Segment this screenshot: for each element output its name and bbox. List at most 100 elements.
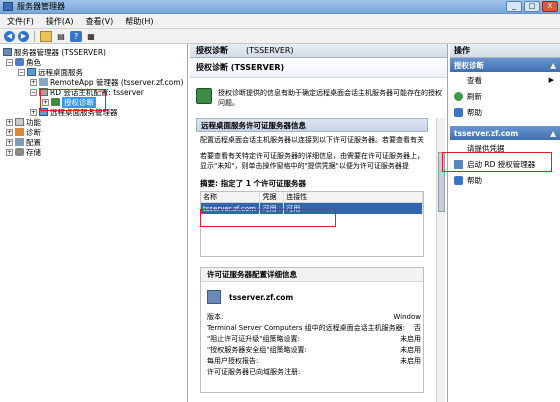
license-diagnosis-icon [51, 98, 60, 106]
menu-file[interactable]: 文件(F) [7, 16, 34, 27]
column-header-connectivity[interactable]: 连接性 [284, 192, 423, 202]
content-pane: 授权诊断 (TSSERVER) 授权诊断 (TSSERVER) 授权诊断提供的信… [190, 44, 448, 402]
help-icon [454, 107, 463, 117]
maximize-button[interactable]: □ [524, 1, 540, 12]
scroll-content: 远程桌面服务许可证服务器信息 配置远程桌面会话主机服务器以连接到以下许可证服务器… [196, 118, 428, 402]
tree-rd-config[interactable]: − RD 会话主机配置: tsserver [30, 87, 144, 97]
column-header-name[interactable]: 名称 [201, 192, 261, 202]
action-help[interactable]: 帮助 [450, 104, 560, 120]
action-provide-credentials[interactable]: 请提供凭据 [450, 140, 560, 156]
view-icon [454, 76, 463, 85]
expand-toggle-icon[interactable]: + [6, 118, 13, 126]
tree-configuration[interactable]: + 配置 [6, 137, 41, 147]
tree-storage[interactable]: + 存储 [6, 147, 41, 157]
navigation-tree: 服务器管理器 (TSSERVER) − 角色 − 远程桌面服务 + Remote… [0, 44, 188, 402]
detail-row: 版本: Window [207, 313, 421, 321]
action-start-license-manager[interactable]: 启动 RD 授权管理器 [450, 156, 560, 172]
intro-text: 授权诊断提供的信息有助于确定远程桌面会话主机服务器可能存在的授权问题。 [218, 89, 442, 107]
action-help-2[interactable]: 帮助 [450, 172, 560, 188]
detail-row: 每用户授权报告: 未启用 [207, 357, 421, 365]
menu-help[interactable]: 帮助(H) [125, 16, 153, 27]
features-icon [15, 118, 24, 126]
cell-credentials: 可用 [260, 203, 285, 214]
expand-toggle-icon[interactable]: + [6, 148, 13, 156]
window-title: 服务器管理器 [17, 2, 65, 11]
license-diagnosis-large-icon [196, 88, 212, 104]
header-title: 授权诊断 [196, 46, 228, 55]
console-icon[interactable]: ▦ [85, 31, 97, 42]
tree-features[interactable]: + 功能 [6, 117, 41, 127]
detail-row: Terminal Server Computers 组中的远程桌面会话主机服务器… [207, 324, 421, 332]
configuration-node-icon [15, 138, 24, 146]
close-button[interactable]: X [542, 1, 558, 12]
detail-row: 许可证服务器已向域服务注册: [207, 368, 301, 376]
toolbar-separator [34, 30, 35, 42]
folder-icon[interactable] [40, 30, 52, 42]
section-heading: 远程桌面服务许可证服务器信息 [196, 118, 428, 132]
cell-connectivity: 可用 [284, 203, 423, 214]
action-view[interactable]: 查看 ▶ [450, 72, 560, 88]
collapse-toggle-icon[interactable]: − [18, 68, 25, 76]
tree-root[interactable]: 服务器管理器 (TSSERVER) [3, 47, 106, 57]
table-row[interactable]: tsserver.zf.com 可用 可用 [201, 203, 423, 214]
cell-name: tsserver.zf.com [201, 203, 261, 214]
back-arrow-icon[interactable]: ◀ [4, 30, 15, 42]
tree-rd-manager[interactable]: + 远程桌面服务管理器 [30, 107, 118, 117]
section-paragraph-2: 若要查看有关特定许可证服务器的详细信息，由需要在许可证服务器上，显示"未知"，则… [200, 152, 424, 170]
actions-group-license-diagnosis[interactable]: 授权诊断 ▲ [450, 58, 560, 72]
expand-toggle-icon[interactable]: + [6, 128, 13, 136]
menu-action[interactable]: 操作(A) [46, 16, 74, 27]
license-manager-icon [454, 159, 463, 169]
detail-heading: 许可证服务器配置详细信息 [201, 268, 423, 282]
detail-row: "阻止许可证升级"组策略设置: 未启用 [207, 335, 421, 343]
properties-icon[interactable]: ▤ [55, 31, 67, 42]
detail-panel: 许可证服务器配置详细信息 tsserver.zf.com 版本: Window T… [200, 267, 424, 393]
table-header: 名称 凭据 连接性 [201, 192, 423, 203]
detail-host-name: tsserver.zf.com [229, 292, 294, 302]
section-paragraph: 配置远程桌面会话主机服务器以连接到以下许可证服务器。若要查看有关 [200, 136, 424, 144]
storage-icon [15, 148, 24, 156]
scrollbar-thumb[interactable] [438, 152, 445, 212]
tree-rds[interactable]: − 远程桌面服务 [18, 67, 83, 77]
server-icon [3, 48, 12, 56]
action-refresh[interactable]: 刷新 [450, 88, 560, 104]
intro-block: 授权诊断提供的信息有助于确定远程桌面会话主机服务器可能存在的授权问题。 [190, 80, 448, 116]
actions-pane: 操作 授权诊断 ▲ 查看 ▶ 刷新 帮助 tsserver.zf.com ▲ 请… [450, 44, 560, 402]
chevron-up-icon[interactable]: ▲ [550, 61, 556, 70]
help-icon [454, 175, 463, 185]
expand-toggle-icon[interactable]: + [6, 138, 13, 146]
app-icon [3, 2, 13, 11]
vertical-scrollbar[interactable] [436, 118, 445, 402]
refresh-icon [454, 91, 463, 101]
actions-header: 操作 [450, 44, 560, 58]
roles-icon [15, 58, 24, 66]
chevron-up-icon[interactable]: ▲ [550, 129, 556, 138]
summary-text: 摘要: 指定了 1 个许可证服务器 [200, 179, 307, 188]
remote-desktop-icon [27, 68, 36, 76]
detail-host: tsserver.zf.com [201, 282, 423, 312]
license-server-table: 名称 凭据 连接性 tsserver.zf.com 可用 可用 [200, 191, 424, 257]
forward-arrow-icon[interactable]: ▶ [18, 30, 29, 42]
menu-view[interactable]: 查看(V) [86, 16, 114, 27]
detail-row: "授权服务器安全组"组策略设置: 未启用 [207, 346, 421, 354]
remoteapp-icon [39, 78, 48, 86]
minimize-button[interactable]: _ [506, 1, 522, 12]
content-header: 授权诊断 (TSSERVER) [190, 44, 447, 58]
collapse-toggle-icon[interactable]: − [6, 58, 13, 66]
expand-toggle-icon[interactable]: + [42, 98, 49, 106]
expand-toggle-icon[interactable]: + [30, 78, 37, 86]
column-header-credentials[interactable]: 凭据 [260, 192, 285, 202]
credentials-icon [454, 144, 463, 153]
expand-toggle-icon[interactable]: + [30, 108, 37, 116]
help-icon[interactable]: ? [70, 30, 82, 42]
collapse-toggle-icon[interactable]: − [30, 88, 37, 96]
tree-remoteapp[interactable]: + RemoteApp 管理器 (tsserver.zf.com) [30, 77, 183, 87]
menu-bar: 文件(F) 操作(A) 查看(V) 帮助(H) [0, 14, 560, 29]
submenu-arrow-icon: ▶ [548, 76, 554, 84]
header-subtitle: (TSSERVER) [246, 46, 294, 55]
diagnostics-icon [15, 128, 24, 136]
tree-roles[interactable]: − 角色 [6, 57, 41, 67]
tree-diagnostics[interactable]: + 诊断 [6, 127, 41, 137]
actions-group-server[interactable]: tsserver.zf.com ▲ [450, 126, 560, 140]
tree-license-diagnosis[interactable]: + 授权诊断 [42, 96, 96, 108]
